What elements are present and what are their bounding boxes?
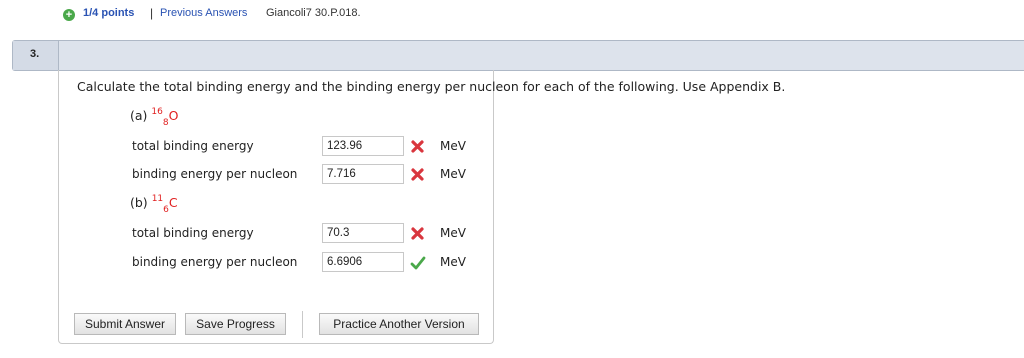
x-icon: [411, 227, 424, 240]
mass-number: 11: [151, 194, 164, 204]
total-binding-energy-label-a: total binding energy: [132, 139, 254, 153]
question-panel: [58, 70, 494, 344]
question-number: 3.: [30, 48, 40, 60]
unit-label: MeV: [440, 167, 466, 181]
part-a-heading: (a) 168O: [130, 107, 179, 128]
element-symbol: C: [168, 195, 178, 211]
points-indicator: 1/4 points: [83, 7, 135, 19]
total-binding-energy-input-b[interactable]: 70.3: [322, 223, 404, 243]
submit-answer-button[interactable]: Submit Answer: [74, 313, 176, 335]
binding-energy-per-nucleon-input-b[interactable]: 6.6906: [322, 252, 404, 272]
mass-number: 16: [151, 107, 163, 117]
question-header: 3.: [12, 40, 1024, 71]
question-prompt: Calculate the total binding energy and t…: [77, 79, 786, 94]
atomic-number: 6: [163, 204, 169, 215]
previous-answers-link[interactable]: Previous Answers: [160, 7, 247, 19]
x-icon: [411, 168, 424, 181]
practice-another-version-button[interactable]: Practice Another Version: [319, 313, 479, 335]
unit-label: MeV: [440, 226, 466, 240]
check-icon: [410, 256, 426, 270]
question-source: Giancoli7 30.P.018.: [266, 7, 361, 19]
part-b-label: (b): [130, 195, 148, 211]
question-number-cell: 3.: [13, 41, 59, 70]
plus-circle-icon[interactable]: +: [63, 9, 75, 21]
part-b-heading: (b) 116C: [130, 194, 178, 215]
nuclide-oxygen-16: 168O: [151, 107, 179, 128]
element-symbol: O: [168, 108, 179, 124]
binding-energy-per-nucleon-label-b: binding energy per nucleon: [132, 255, 298, 269]
header-separator: |: [150, 6, 154, 20]
part-a-label: (a): [130, 108, 148, 124]
total-binding-energy-input-a[interactable]: 123.96: [322, 136, 404, 156]
unit-label: MeV: [440, 139, 466, 153]
binding-energy-per-nucleon-input-a[interactable]: 7.716: [322, 164, 404, 184]
atomic-number: 8: [162, 117, 169, 128]
x-icon: [411, 140, 424, 153]
button-divider: [302, 311, 303, 338]
binding-energy-per-nucleon-label-a: binding energy per nucleon: [132, 167, 298, 181]
total-binding-energy-label-b: total binding energy: [132, 226, 254, 240]
nuclide-carbon-11: 116C: [151, 194, 178, 215]
save-progress-button[interactable]: Save Progress: [185, 313, 286, 335]
unit-label: MeV: [440, 255, 466, 269]
